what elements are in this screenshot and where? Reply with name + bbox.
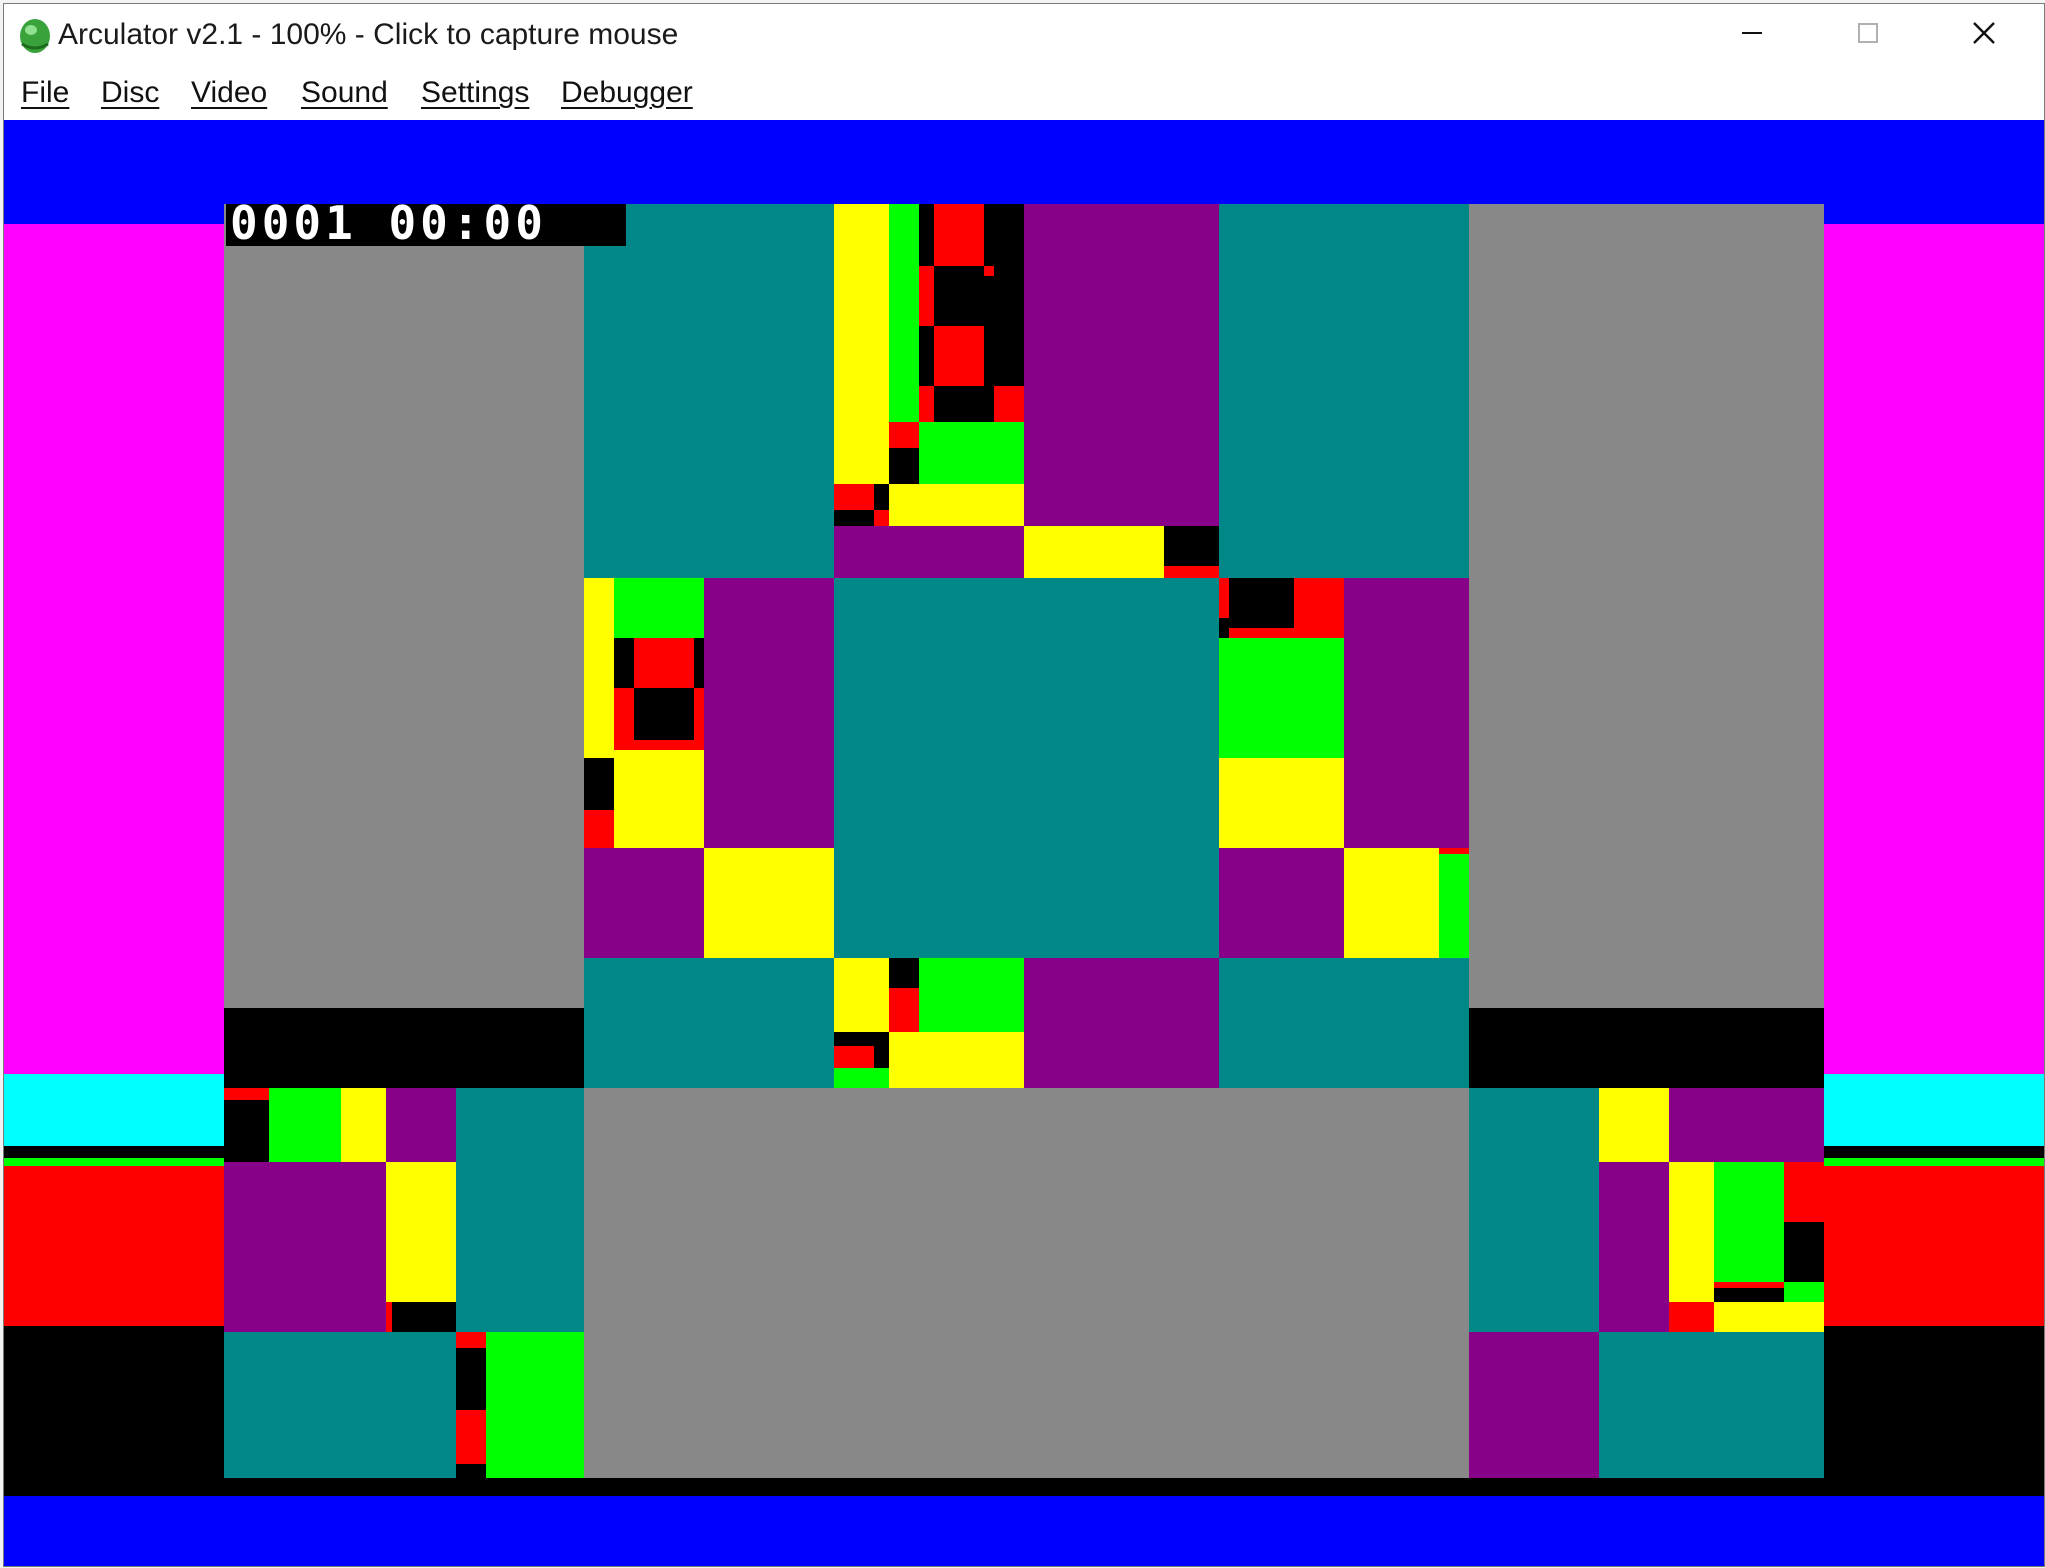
menu-video[interactable]: Video	[191, 76, 267, 110]
border-left-magenta	[4, 224, 224, 1074]
maximize-button[interactable]	[1810, 4, 1926, 66]
menu-disc[interactable]: Disc	[101, 76, 159, 110]
title-bar[interactable]: Arculator v2.1 - 100% - Click to capture…	[4, 4, 2044, 68]
menu-bar: File Disc Video Sound Settings Debugger	[4, 68, 2044, 121]
arculator-app-icon	[16, 16, 54, 56]
emulator-screen[interactable]: 0001 00:00	[4, 120, 2044, 1566]
maximize-icon	[1856, 21, 1880, 50]
arculator-window: Arculator v2.1 - 100% - Click to capture…	[3, 3, 2045, 1567]
menu-sound[interactable]: Sound	[301, 76, 388, 110]
window-title: Arculator v2.1 - 100% - Click to capture…	[58, 18, 679, 51]
border-right-red	[1824, 1166, 2044, 1326]
menu-file[interactable]: File	[21, 76, 69, 110]
close-icon	[1971, 20, 1997, 51]
counter-text: 0001 00:00	[230, 196, 547, 250]
border-left-cyan	[4, 1074, 224, 1146]
close-button[interactable]	[1926, 4, 2042, 66]
menu-settings[interactable]: Settings	[421, 76, 529, 110]
minimize-button[interactable]	[1694, 4, 1810, 66]
border-right-cyan	[1824, 1074, 2044, 1146]
border-right-magenta	[1824, 224, 2044, 1074]
border-left-red	[4, 1166, 224, 1326]
border-bottom-blue	[4, 1496, 2044, 1566]
minimize-icon	[1740, 21, 1764, 50]
menu-debugger[interactable]: Debugger	[561, 76, 693, 110]
